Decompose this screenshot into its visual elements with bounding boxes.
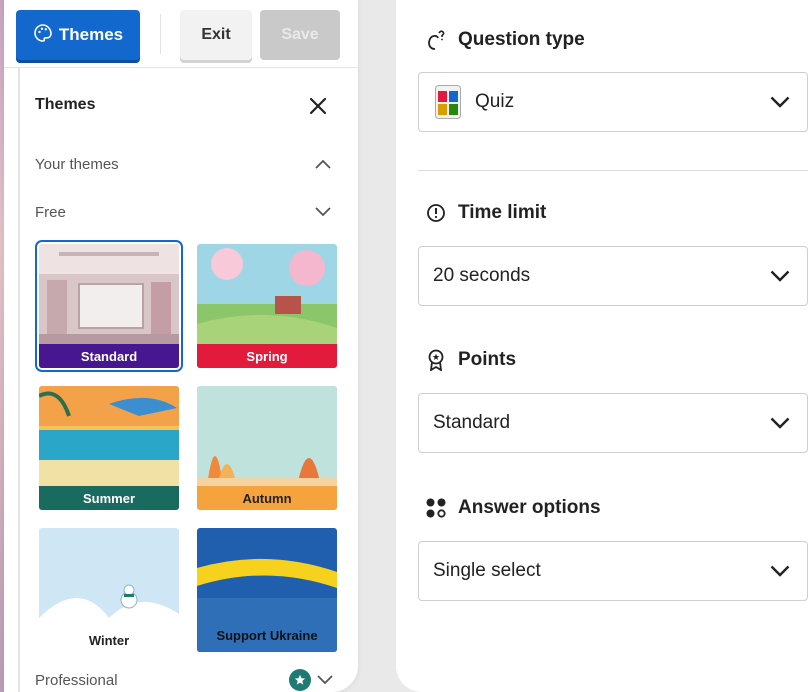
section-professional-label: Professional	[35, 671, 118, 689]
theme-tile-label: Autumn	[197, 486, 337, 510]
theme-tile-label: Standard	[39, 344, 179, 368]
section-your-themes-label: Your themes	[35, 155, 119, 173]
theme-tile-winter[interactable]: Winter	[39, 528, 179, 652]
theme-tile-autumn[interactable]: Autumn	[197, 386, 337, 510]
time-limit-select[interactable]: 20 seconds	[418, 246, 808, 306]
save-button[interactable]: Save	[260, 10, 340, 60]
chevron-down-icon[interactable]	[317, 672, 333, 689]
theme-tile-label: Summer	[39, 486, 179, 510]
quiz-icon	[433, 84, 463, 120]
question-type-select[interactable]: Quiz	[418, 72, 808, 132]
time-limit-heading: Time limit	[424, 201, 546, 225]
answer-options-icon	[424, 496, 448, 520]
theme-tile-label: Winter	[39, 628, 179, 652]
palette-icon	[33, 23, 53, 48]
theme-tile-standard[interactable]: Standard	[35, 240, 183, 372]
panel-edge	[18, 68, 20, 692]
toolbar-divider	[160, 14, 161, 54]
award-ribbon-icon	[424, 348, 448, 372]
question-type-title: Question type	[458, 29, 585, 50]
chevron-up-icon[interactable]	[313, 154, 333, 174]
time-limit-title: Time limit	[458, 202, 547, 223]
question-settings-panel: Question type Quiz Time limit 20 seconds…	[396, 0, 810, 692]
themes-sidebar: Themes Exit Save Themes Your themes Free	[4, 0, 358, 692]
chevron-down-icon	[767, 263, 793, 289]
answer-options-title: Answer options	[458, 497, 601, 518]
answer-options-heading: Answer options	[424, 496, 601, 520]
themes-panel-title: Themes	[35, 96, 96, 113]
answer-options-value: Single select	[433, 560, 541, 581]
section-professional[interactable]: Professional	[35, 668, 333, 692]
theme-tile-label: Support Ukraine	[197, 618, 337, 652]
question-type-icon	[424, 28, 448, 52]
chevron-down-icon	[767, 410, 793, 436]
themes-button[interactable]: Themes	[16, 10, 140, 60]
question-type-heading: Question type	[424, 28, 585, 52]
chevron-down-icon	[767, 89, 793, 115]
question-type-value: Quiz	[475, 91, 515, 112]
points-title: Points	[458, 349, 517, 370]
section-free-label: Free	[35, 203, 66, 221]
points-value: Standard	[433, 412, 511, 433]
editor-toolbar: Themes Exit Save	[4, 0, 358, 68]
section-divider	[418, 170, 808, 171]
clock-alert-icon	[424, 201, 448, 225]
theme-tile-support-ukraine[interactable]: Support Ukraine	[197, 528, 337, 652]
close-icon[interactable]	[306, 94, 330, 118]
time-limit-value: 20 seconds	[433, 265, 531, 286]
themes-button-label: Themes	[58, 25, 124, 44]
section-your-themes[interactable]: Your themes	[35, 152, 333, 176]
theme-tile-label: Spring	[197, 344, 337, 368]
chevron-down-icon	[767, 558, 793, 584]
points-heading: Points	[424, 348, 516, 372]
star-badge-icon	[289, 669, 311, 691]
theme-tile-summer[interactable]: Summer	[39, 386, 179, 510]
section-free[interactable]: Free	[35, 200, 333, 224]
exit-button[interactable]: Exit	[180, 10, 252, 60]
answer-options-select[interactable]: Single select	[418, 541, 808, 601]
theme-tile-spring[interactable]: Spring	[197, 244, 337, 368]
chevron-down-icon[interactable]	[313, 202, 333, 222]
points-select[interactable]: Standard	[418, 393, 808, 453]
